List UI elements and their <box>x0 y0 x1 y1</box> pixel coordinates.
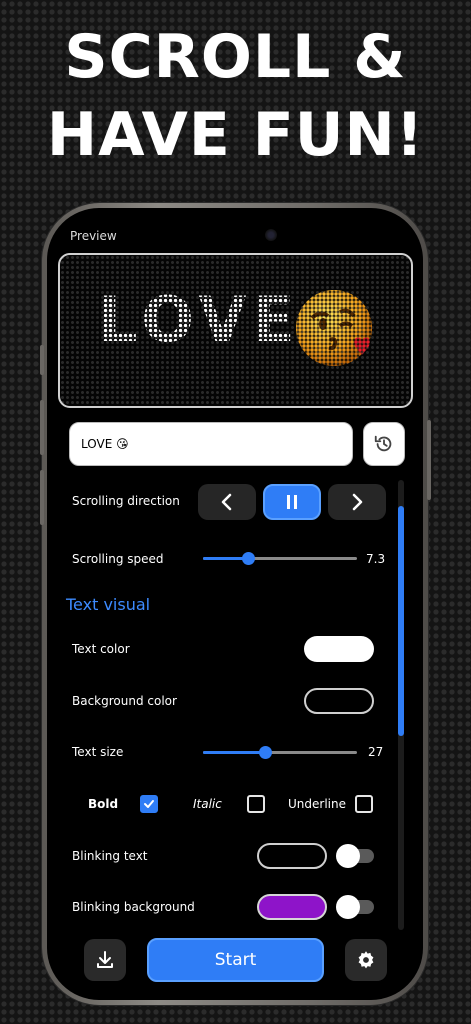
led-text-input[interactable]: LOVE 😘 <box>69 422 353 466</box>
phone-action-button <box>40 345 44 375</box>
scrolling-speed-slider-thumb[interactable] <box>242 552 255 565</box>
italic-checkbox[interactable] <box>247 795 265 813</box>
text-size-value: 27 <box>368 745 384 759</box>
history-icon <box>374 435 392 452</box>
gear-icon <box>358 951 374 969</box>
download-icon <box>97 951 113 968</box>
headline-line-1: SCROLL & <box>64 22 407 92</box>
blinking-text-color-swatch[interactable] <box>257 843 327 869</box>
bold-checkbox[interactable] <box>140 795 158 813</box>
settings-button[interactable] <box>345 939 387 981</box>
blinking-background-color-swatch[interactable] <box>257 894 327 920</box>
pause-icon <box>287 495 297 509</box>
preview-label: Preview <box>70 229 117 243</box>
underline-label: Underline <box>288 797 346 811</box>
headline-line-2: HAVE FUN! <box>46 100 425 170</box>
background-color-swatch[interactable] <box>304 688 374 714</box>
text-size-slider-fill <box>203 751 265 754</box>
scroll-left-button[interactable] <box>198 484 256 520</box>
scroll-right-button[interactable] <box>328 484 386 520</box>
underline-checkbox[interactable] <box>355 795 373 813</box>
kissing-face-emoji-icon <box>296 290 372 366</box>
led-preview: LOVE <box>58 253 413 408</box>
italic-label: Italic <box>193 797 222 811</box>
text-size-label: Text size <box>72 745 124 759</box>
text-size-slider-thumb[interactable] <box>259 746 272 759</box>
toggle-knob <box>336 844 360 868</box>
blinking-text-label: Blinking text <box>72 849 148 863</box>
front-camera-icon <box>265 229 277 241</box>
scrolling-direction-label: Scrolling direction <box>72 494 180 508</box>
blinking-background-label: Blinking background <box>72 900 195 914</box>
scrolling-speed-slider[interactable] <box>203 552 357 565</box>
phone-volume-down-button <box>40 470 44 525</box>
chevron-right-icon <box>352 493 363 511</box>
led-preview-text: LOVE <box>98 283 301 356</box>
scrolling-speed-label: Scrolling speed <box>72 552 164 566</box>
start-button[interactable]: Start <box>147 938 324 982</box>
dynamic-island <box>185 219 288 251</box>
chevron-left-icon <box>221 493 232 511</box>
phone-power-button <box>427 420 431 500</box>
blinking-background-toggle[interactable] <box>336 895 374 919</box>
history-button[interactable] <box>363 422 405 466</box>
scrolling-speed-value: 7.3 <box>366 552 386 566</box>
text-color-label: Text color <box>72 642 130 656</box>
text-visual-title: Text visual <box>66 595 151 614</box>
phone-screen: Preview LOVE LOVE 😘 Scrolling direction … <box>47 208 423 1000</box>
checkmark-icon <box>144 800 154 808</box>
toggle-knob <box>336 895 360 919</box>
bold-label: Bold <box>88 797 119 811</box>
text-color-swatch[interactable] <box>304 636 374 662</box>
blinking-text-toggle[interactable] <box>336 844 374 868</box>
phone-volume-up-button <box>40 400 44 455</box>
background-color-label: Background color <box>72 694 177 708</box>
download-button[interactable] <box>84 939 126 981</box>
settings-scrollbar-thumb[interactable] <box>398 506 404 736</box>
scroll-pause-button[interactable] <box>263 484 321 520</box>
text-size-slider[interactable] <box>203 746 357 759</box>
